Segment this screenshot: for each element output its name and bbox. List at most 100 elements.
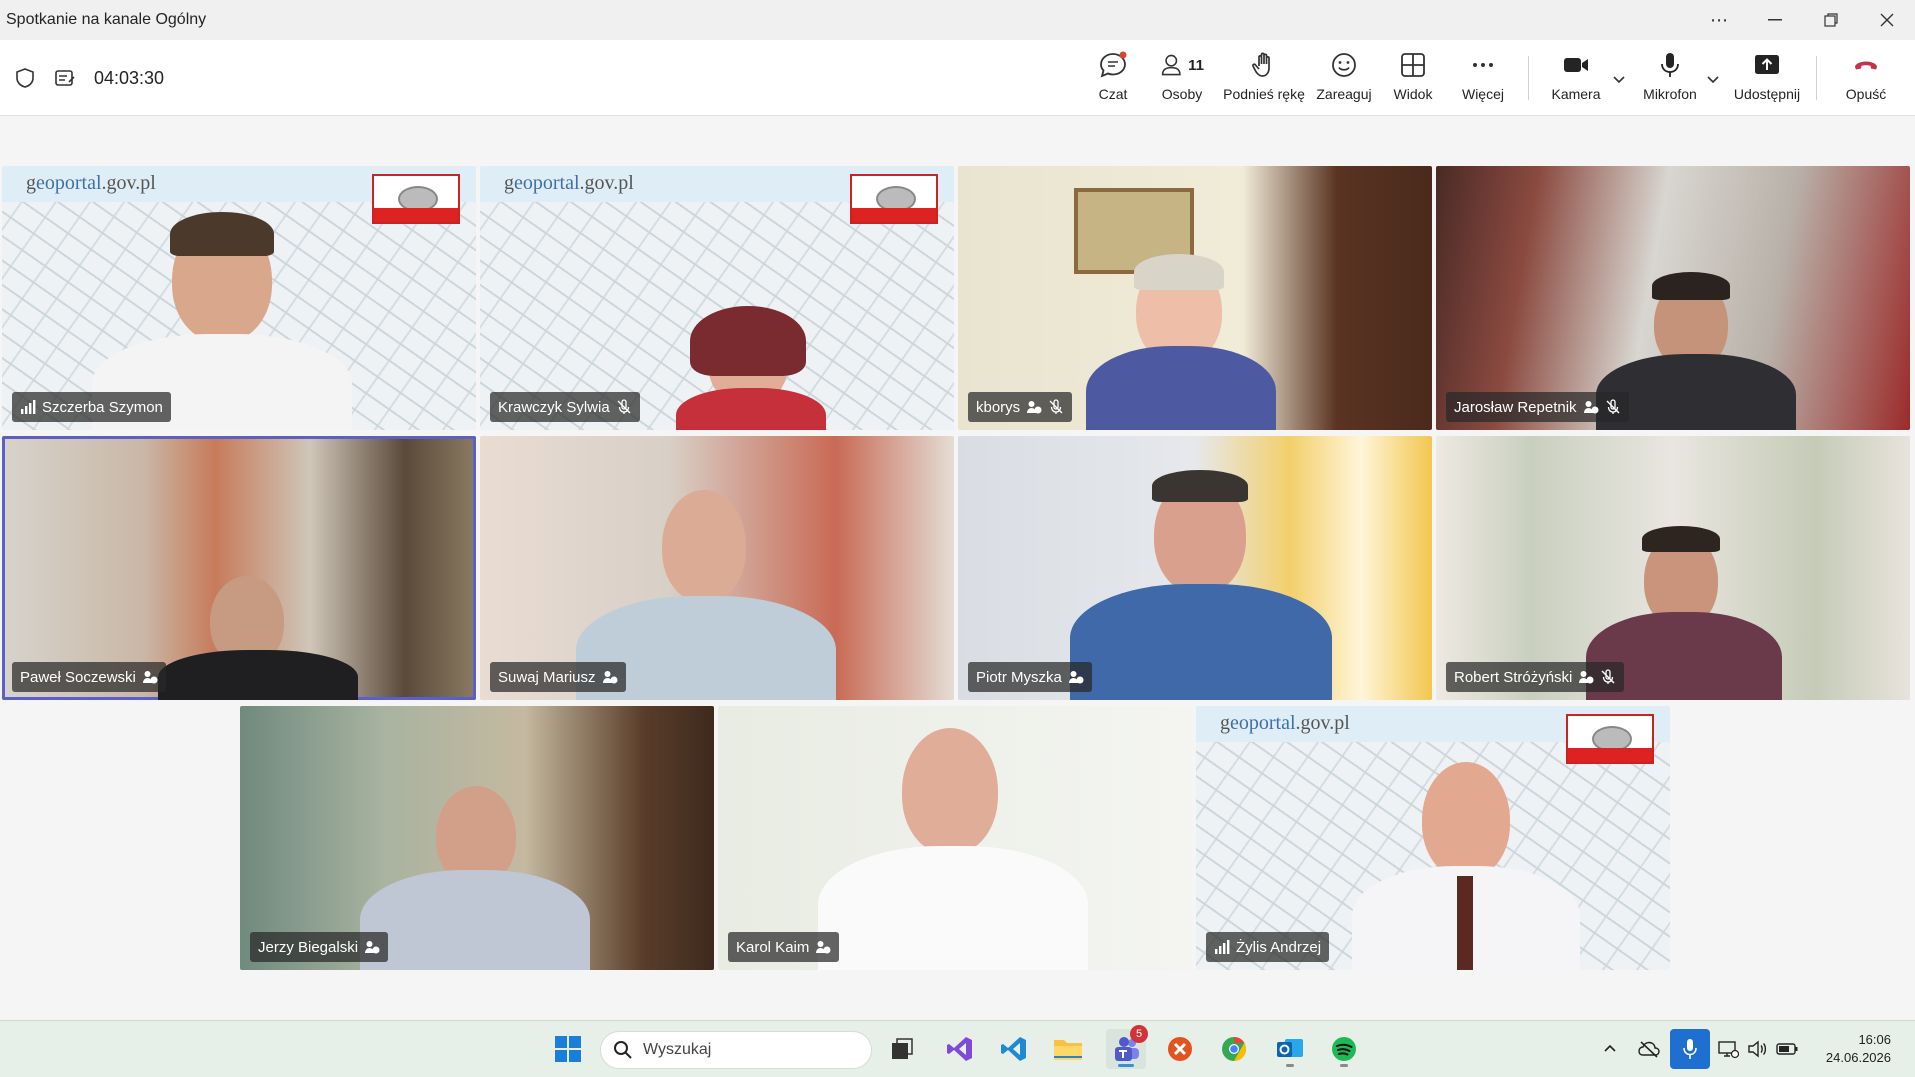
participant-name: Suwaj Mariusz (498, 668, 596, 686)
meeting-timer: 04:03:30 (94, 67, 165, 88)
show-hidden-icons-button[interactable] (1596, 1029, 1624, 1069)
participant-tile[interactable]: kborys (958, 166, 1432, 430)
chrome-taskbar-icon[interactable] (1214, 1029, 1254, 1069)
participant-name: Robert Stróżyński (1454, 668, 1573, 686)
vscode-taskbar-icon[interactable] (994, 1029, 1034, 1069)
audio-level-icon (1215, 940, 1230, 954)
minimize-button[interactable] (1747, 0, 1803, 40)
chevron-up-icon (1604, 1044, 1616, 1052)
battery-tray-icon[interactable] (1774, 1029, 1802, 1069)
mic-button[interactable]: Mikrofon (1640, 50, 1700, 110)
windows-logo-icon (555, 1036, 581, 1062)
participant-nametag: Jarosław Repetnik (1446, 392, 1629, 422)
people-icon (1161, 54, 1181, 76)
shield-icon[interactable] (14, 67, 36, 89)
participant-tile[interactable]: geoportal.gov.pl Krawczyk Sylwia (480, 166, 954, 430)
leave-button[interactable]: Opuść (1836, 50, 1896, 110)
participant-shirt (676, 388, 826, 430)
windows-taskbar: Wyszukaj 5 16:06 24.06.2026 (0, 1020, 1915, 1077)
participant-shirt (1070, 584, 1332, 700)
participant-nametag: Jerzy Biegalski (250, 932, 389, 962)
participant-tile[interactable]: Jarosław Repetnik (1436, 166, 1910, 430)
meeting-notes-icon[interactable] (54, 67, 76, 89)
visual-studio-taskbar-icon[interactable] (940, 1029, 980, 1069)
people-button[interactable]: 11 Osoby (1160, 50, 1204, 110)
participant-hair (1642, 526, 1720, 552)
sync-paused-tray-icon[interactable] (1634, 1029, 1664, 1069)
mic-options-chevron-icon[interactable] (1704, 70, 1722, 88)
participant-name: Krawczyk Sylwia (498, 398, 610, 416)
mic-in-use-tray-icon[interactable] (1670, 1029, 1710, 1069)
participant-tile[interactable]: Robert Stróżyński (1436, 436, 1910, 700)
raise-hand-button[interactable]: Podnieś rękę (1223, 50, 1305, 110)
raise-hand-label: Podnieś rękę (1223, 86, 1305, 102)
participant-hair (690, 306, 806, 376)
meeting-info: 04:03:30 (14, 40, 164, 116)
running-indicator (1286, 1064, 1294, 1067)
guest-icon (1583, 401, 1599, 414)
chat-icon (1100, 51, 1127, 78)
camera-options-chevron-icon[interactable] (1610, 70, 1628, 88)
participant-nametag: kborys (968, 392, 1073, 422)
teams-notification-badge: 5 (1130, 1025, 1148, 1043)
teams-taskbar-icon[interactable]: 5 (1106, 1025, 1148, 1069)
volume-tray-icon[interactable] (1744, 1029, 1772, 1069)
network-tray-icon[interactable] (1714, 1029, 1742, 1069)
participant-tile[interactable]: geoportal.gov.pl Żylis Andrzej (1196, 706, 1670, 970)
meeting-toolbar: 04:03:30 Czat 11 Osoby Podnieś rękę Zare… (0, 40, 1915, 116)
guest-icon (1579, 671, 1594, 684)
minimize-icon (1768, 19, 1782, 21)
participant-name: Jarosław Repetnik (1454, 398, 1577, 416)
restore-button[interactable] (1803, 0, 1859, 40)
participant-nametag: Karol Kaim (728, 932, 840, 962)
leave-label: Opuść (1845, 86, 1887, 102)
taskbar-clock[interactable]: 16:06 24.06.2026 (1826, 1031, 1891, 1067)
network-icon (1718, 1041, 1739, 1059)
more-button[interactable]: Więcej (1460, 50, 1506, 110)
smiley-icon (1332, 53, 1356, 77)
react-button[interactable]: Zareaguj (1316, 50, 1372, 110)
spotify-taskbar-icon[interactable] (1324, 1029, 1364, 1069)
microphone-icon (1661, 53, 1679, 77)
participant-shirt (158, 650, 358, 700)
share-button[interactable]: Udostępnij (1732, 50, 1802, 110)
file-explorer-taskbar-icon[interactable] (1048, 1029, 1088, 1069)
participant-name: kborys (976, 398, 1021, 416)
guest-icon (1027, 401, 1042, 414)
participant-nametag: Suwaj Mariusz (490, 662, 626, 692)
outlook-taskbar-icon[interactable] (1270, 1029, 1310, 1069)
participant-tile[interactable]: geoportal.gov.pl Szczerba Szymon (2, 166, 476, 430)
react-label: Zareaguj (1316, 86, 1372, 102)
more-label: Więcej (1461, 86, 1504, 102)
camera-button[interactable]: Kamera (1548, 50, 1604, 110)
participant-tile[interactable]: Piotr Myszka (958, 436, 1432, 700)
mic-label: Mikrofon (1643, 86, 1697, 102)
chat-label: Czat (1098, 86, 1128, 102)
task-view-button[interactable] (882, 1029, 922, 1069)
taskbar-search[interactable]: Wyszukaj (600, 1031, 872, 1069)
participant-nametag: Robert Stróżyński (1446, 662, 1625, 692)
remote-tool-taskbar-icon[interactable] (1160, 1029, 1200, 1069)
close-button[interactable] (1859, 0, 1915, 40)
participant-shirt (360, 870, 590, 970)
guest-icon (602, 671, 618, 684)
participant-tile[interactable]: Karol Kaim (718, 706, 1192, 970)
view-button[interactable]: Widok (1390, 50, 1436, 110)
toolbar-separator (1528, 56, 1529, 100)
restore-icon (1824, 13, 1838, 27)
participant-name: Karol Kaim (736, 938, 810, 956)
muted-mic-icon (1049, 399, 1063, 414)
window-title: Spotkanie na kanale Ogólny (6, 11, 207, 28)
running-indicator (1340, 1064, 1348, 1067)
more-options-icon[interactable]: ⋯ (1691, 0, 1747, 40)
participant-nametag: Paweł Soczewski (12, 662, 166, 692)
participant-tile[interactable]: Jerzy Biegalski (240, 706, 714, 970)
share-label: Udostępnij (1733, 86, 1801, 102)
start-button[interactable] (548, 1029, 588, 1069)
chat-button[interactable]: Czat (1094, 50, 1132, 110)
people-label: Osoby (1161, 86, 1203, 102)
participant-tile[interactable]: Suwaj Mariusz (480, 436, 954, 700)
participant-tile[interactable]: Paweł Soczewski (2, 436, 476, 700)
search-icon (614, 1041, 632, 1059)
geoportal-logo: geoportal.gov.pl (1220, 712, 1350, 734)
